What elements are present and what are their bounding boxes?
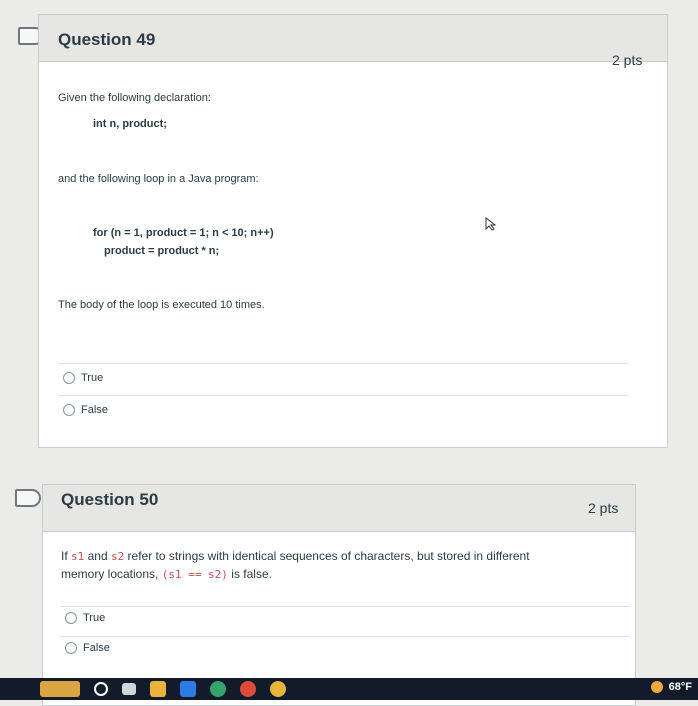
q50-option-false-label: False (83, 642, 110, 654)
flag-question-50-icon[interactable] (15, 489, 41, 507)
q50-option-false[interactable]: False (65, 642, 110, 654)
q49-radio-false[interactable] (63, 404, 75, 416)
q50-option-true-label: True (83, 612, 106, 624)
question-50-points: 2 pts (588, 500, 619, 516)
q50-statement-line-1: If s1 and s2 refer to strings with ident… (61, 549, 530, 563)
chrome-icon[interactable] (240, 681, 256, 697)
chrome-icon-2[interactable] (270, 681, 286, 697)
q49-option-true-label: True (81, 372, 104, 384)
q49-option-divider (58, 363, 628, 364)
q50-code-expression: (s1 == s2) (161, 568, 228, 581)
q50-text-rest: refer to strings with identical sequence… (124, 549, 530, 563)
q50-radio-false[interactable] (65, 642, 77, 654)
q49-loop-intro: and the following loop in a Java program… (58, 173, 259, 185)
start-icon[interactable] (40, 681, 80, 697)
q50-text-memory: memory locations, (61, 567, 162, 581)
q50-code-s2: s2 (110, 550, 125, 563)
store-icon[interactable] (180, 681, 196, 697)
question-50-title: Question 50 (61, 490, 159, 509)
q50-code-s1: s1 (71, 550, 85, 563)
q50-option-divider (60, 606, 630, 607)
question-49-points: 2 pts (612, 52, 643, 68)
question-50-card (42, 484, 636, 706)
q49-option-false-label: False (81, 404, 108, 416)
edge-icon[interactable] (210, 681, 226, 697)
q50-option-divider (60, 636, 630, 637)
weather-widget[interactable]: 68°F (650, 681, 692, 693)
q50-text-false: is false. (227, 567, 272, 581)
weather-temperature: 68°F (668, 681, 692, 693)
q49-radio-true[interactable] (63, 372, 75, 384)
search-icon[interactable] (94, 682, 108, 696)
task-view-icon[interactable] (122, 683, 136, 695)
windows-taskbar: 68°F (0, 678, 698, 700)
q49-statement: The body of the loop is executed 10 time… (58, 299, 265, 311)
q49-loop-line-1: for (n = 1, product = 1; n < 10; n++) (93, 227, 274, 239)
q49-loop-line-2: product = product * n; (104, 245, 220, 257)
q49-declaration: int n, product; (93, 118, 167, 130)
q50-text-and: and (84, 549, 111, 563)
mouse-cursor-icon (485, 217, 497, 231)
file-explorer-icon[interactable] (150, 681, 166, 697)
weather-moon-icon (650, 681, 663, 693)
q50-radio-true[interactable] (65, 612, 77, 624)
q49-option-divider (58, 395, 628, 396)
question-49-title: Question 49 (58, 30, 156, 49)
q50-text-if: If (61, 549, 72, 563)
q49-option-false[interactable]: False (63, 404, 108, 416)
q50-option-true[interactable]: True (65, 612, 105, 624)
q49-intro: Given the following declaration: (58, 92, 211, 104)
q50-statement-line-2: memory locations, (s1 == s2) is false. (61, 567, 272, 581)
q49-option-true[interactable]: True (63, 372, 103, 384)
